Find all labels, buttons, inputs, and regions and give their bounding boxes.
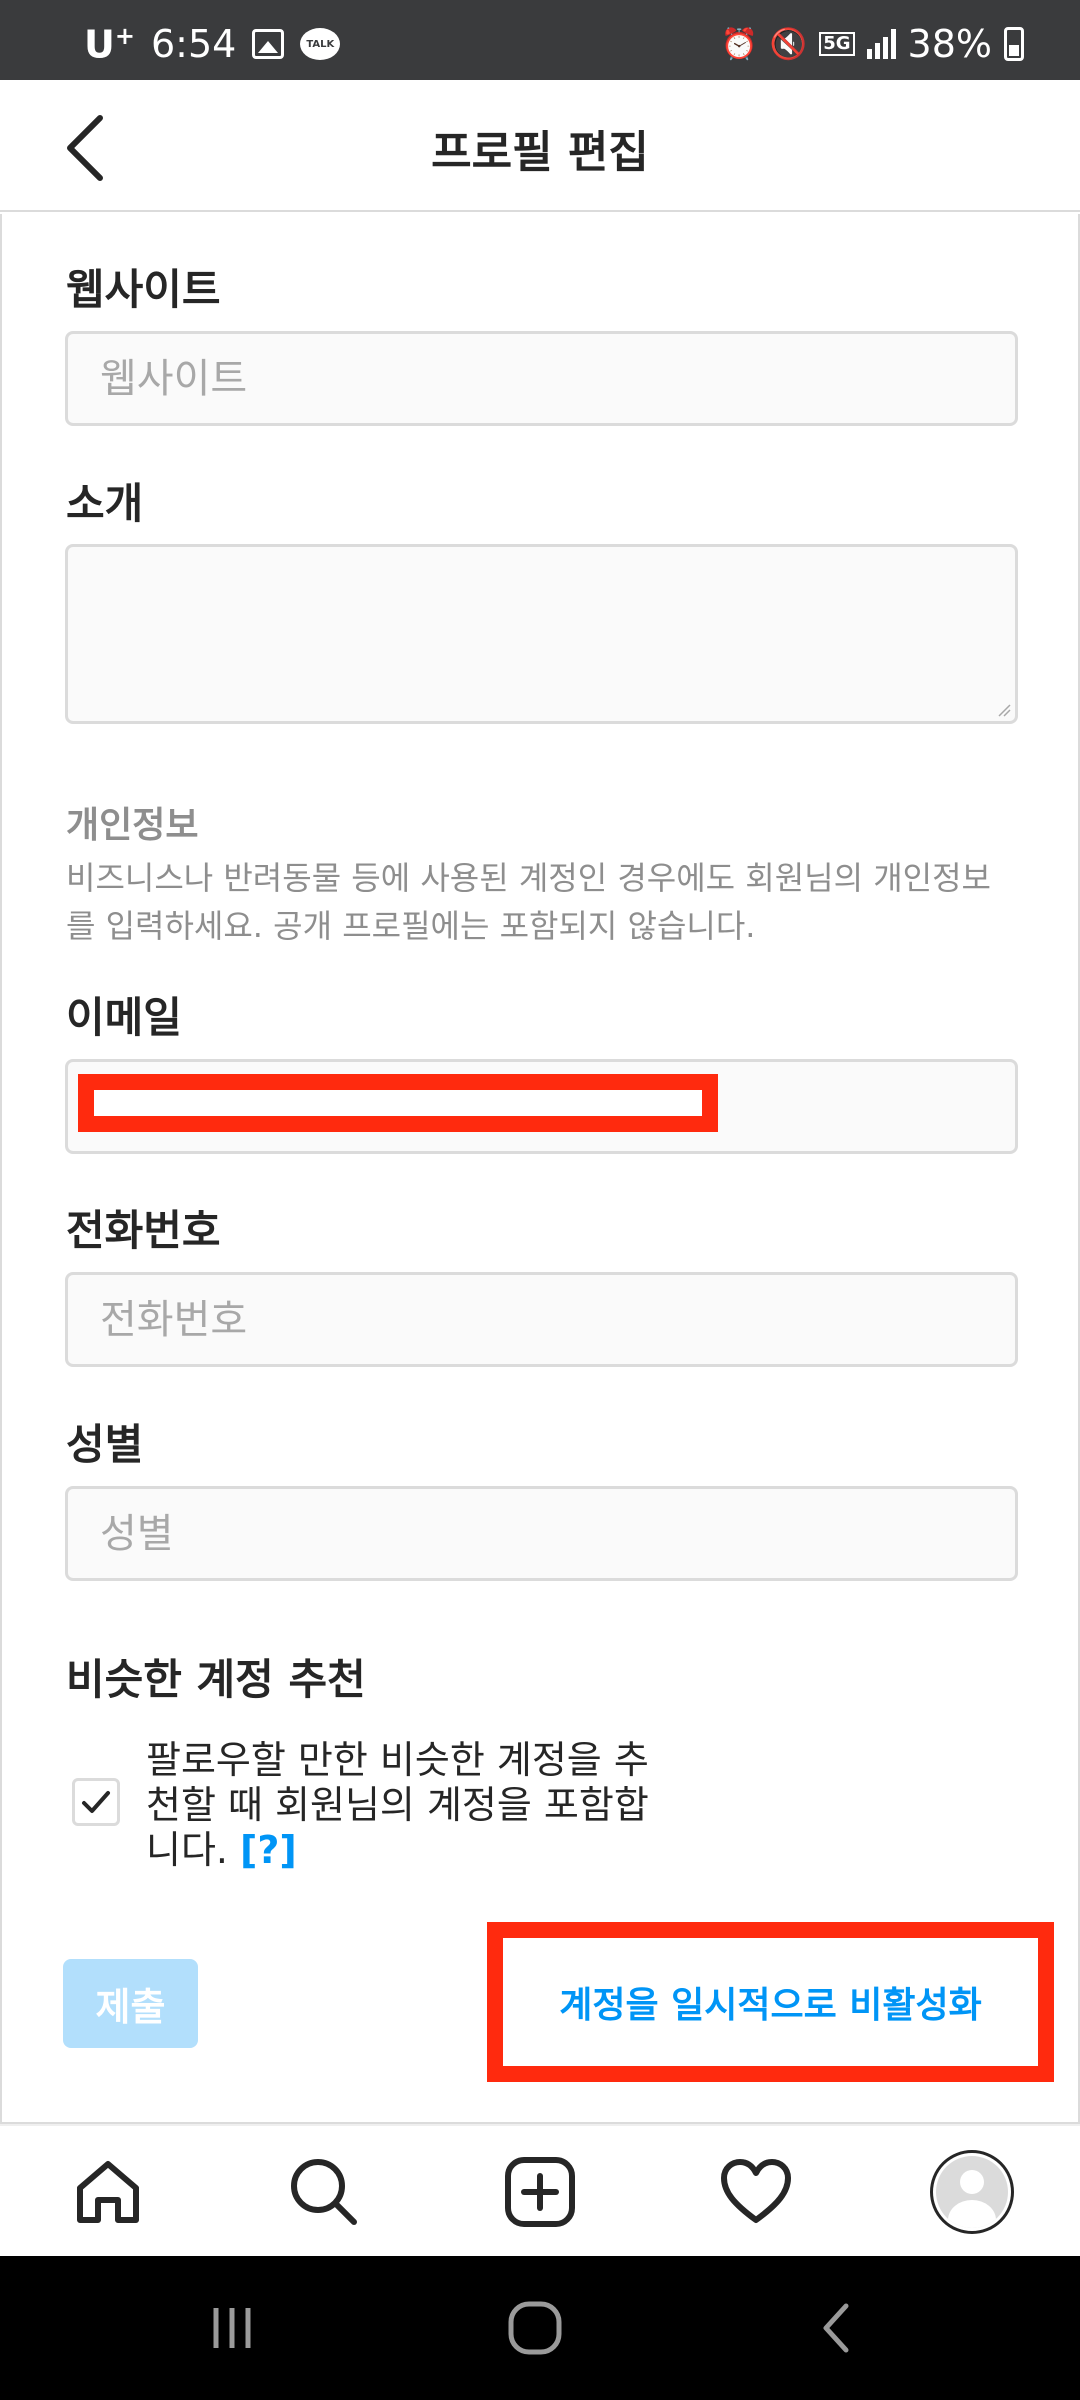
kakaotalk-icon: TALK (300, 28, 341, 61)
email-redaction-box (78, 1074, 718, 1132)
website-input[interactable] (68, 334, 1015, 423)
home-circle-icon (508, 2301, 562, 2355)
gender-input[interactable] (68, 1489, 1015, 1578)
email-label: 이메일 (66, 993, 182, 1042)
create-post-icon (505, 2157, 575, 2227)
recent-apps-icon (213, 2308, 251, 2348)
gender-label: 성별 (66, 1420, 144, 1469)
alarm-icon: ⏰ (720, 26, 758, 62)
system-nav-bar (0, 2256, 1080, 2400)
activity-heart-icon (721, 2159, 791, 2223)
carrier-label: U+ (84, 22, 135, 67)
website-field[interactable] (65, 331, 1018, 426)
bio-field[interactable] (65, 544, 1018, 724)
battery-icon (1004, 27, 1024, 61)
header: 프로필 편집 (0, 80, 1080, 212)
suggestions-label: 비슷한 계정 추천 (66, 1655, 366, 1704)
signal-icon (866, 29, 896, 59)
recent-apps-button[interactable] (192, 2292, 272, 2364)
default-avatar-icon (936, 2156, 1008, 2228)
submit-button[interactable]: 제출 (63, 1959, 198, 2048)
page-title: 프로필 편집 (431, 127, 649, 178)
gallery-icon (252, 29, 285, 60)
nav-search[interactable] (282, 2150, 366, 2234)
system-home-button[interactable] (495, 2292, 575, 2364)
suggestions-checkbox[interactable] (72, 1778, 120, 1826)
nav-create[interactable] (498, 2150, 582, 2234)
website-label: 웹사이트 (66, 265, 221, 314)
home-icon (77, 2161, 139, 2223)
gender-field[interactable] (65, 1486, 1018, 1581)
phone-field[interactable] (65, 1272, 1018, 1367)
resize-grip-icon[interactable] (995, 701, 1011, 717)
bio-textarea[interactable] (68, 547, 1015, 721)
system-back-button[interactable] (798, 2292, 878, 2364)
status-bar: U+ 6:54 TALK ⏰ 🔇 5G 38% (0, 0, 1080, 80)
bio-label: 소개 (66, 479, 144, 528)
nav-profile[interactable] (930, 2150, 1014, 2234)
deactivate-account-link[interactable]: 계정을 일시적으로 비활성화 (487, 1922, 1054, 2082)
nav-activity[interactable] (714, 2150, 798, 2234)
private-info-heading: 개인정보 (66, 805, 199, 846)
suggestions-checkbox-label: 팔로우할 만한 비슷한 계정을 추천할 때 회원님의 계정을 포함합니다. (146, 1738, 649, 1872)
nav-home[interactable] (66, 2150, 150, 2234)
clock: 6:54 (150, 22, 237, 67)
private-info-description: 비즈니스나 반려동물 등에 사용된 계정인 경우에도 회원님의 개인정보를 입력… (66, 859, 991, 945)
phone-label: 전화번호 (66, 1206, 221, 1255)
search-icon (291, 2159, 357, 2225)
back-icon (823, 2303, 849, 2353)
phone-input[interactable] (68, 1275, 1015, 1364)
network-5g-icon: 5G (819, 32, 855, 56)
bottom-nav (0, 2124, 1080, 2256)
profile-avatar (930, 2150, 1014, 2234)
checkmark-icon (82, 1791, 110, 1813)
battery-percent: 38% (907, 22, 992, 66)
mute-icon: 🔇 (769, 26, 808, 62)
deactivate-account-label: 계정을 일시적으로 비활성화 (559, 1985, 982, 2026)
help-link[interactable]: [?] (240, 1828, 297, 1872)
suggestions-text: 팔로우할 만한 비슷한 계정을 추천할 때 회원님의 계정을 포함합니다. [?] (146, 1738, 666, 1873)
